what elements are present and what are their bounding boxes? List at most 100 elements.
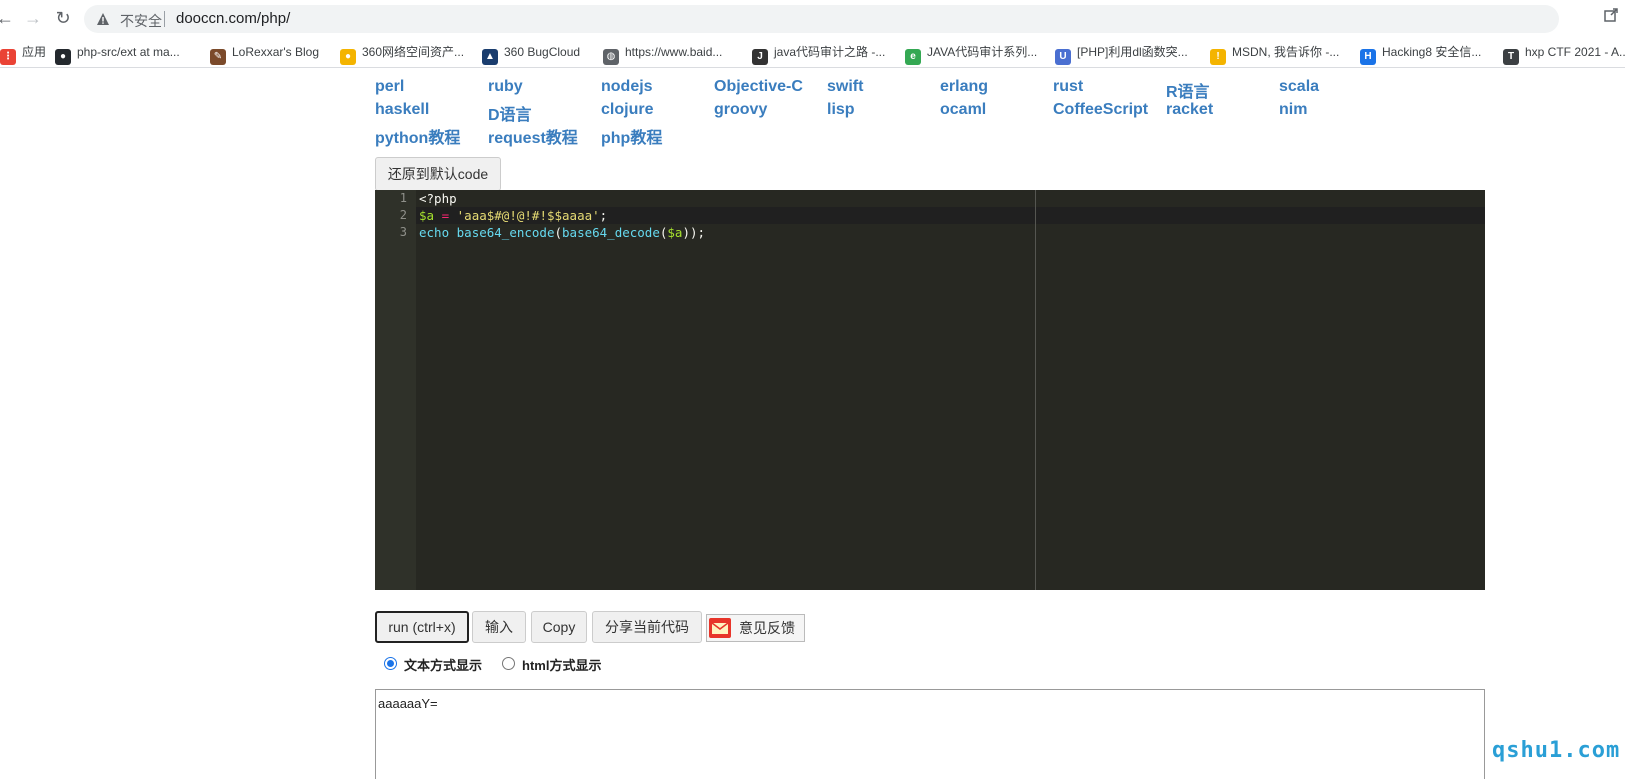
- code-token: ;: [599, 208, 608, 223]
- code-token: $a: [419, 208, 435, 223]
- language-link[interactable]: rust: [1053, 78, 1083, 96]
- java-icon: J: [752, 49, 768, 65]
- url-text[interactable]: dooccn.com/php/: [176, 10, 290, 27]
- line-gutter: 1 2 3: [375, 190, 416, 590]
- language-link[interactable]: scala: [1279, 78, 1319, 96]
- language-link[interactable]: php教程: [601, 124, 662, 148]
- copy-button[interactable]: Copy: [531, 611, 587, 643]
- bugcloud-icon: ▲: [482, 49, 498, 65]
- globe-icon: ◍: [603, 49, 619, 65]
- warning-icon: [97, 13, 109, 25]
- e-icon: e: [905, 49, 921, 65]
- code-line[interactable]: <?php: [419, 190, 457, 207]
- language-link[interactable]: R语言: [1166, 78, 1210, 102]
- output-text: aaaaaaY=: [378, 696, 438, 711]
- code-line[interactable]: echo base64_encode(base64_decode($a));: [419, 224, 705, 241]
- insecure-label: 不安全: [120, 13, 162, 29]
- bookmark-item[interactable]: e JAVA代码审计系列...: [905, 42, 1038, 65]
- html-mode-radio[interactable]: [502, 657, 515, 670]
- bookmark-item[interactable]: Jjava代码审计之路 -...: [752, 42, 886, 65]
- output-panel: aaaaaaY=: [375, 689, 1485, 779]
- code-token: <?php: [419, 191, 457, 206]
- code-token: ));: [682, 225, 706, 240]
- divider: [164, 11, 165, 27]
- language-link[interactable]: ocaml: [940, 101, 986, 119]
- code-token: echo: [419, 225, 450, 240]
- bookmark-item[interactable]: ! MSDN, 我告诉你 -...: [1210, 42, 1339, 65]
- browser-toolbar: ← → ↻ 不安全 dooccn.com/php/: [0, 0, 1625, 36]
- language-link[interactable]: racket: [1166, 101, 1213, 119]
- language-link[interactable]: D语言: [488, 101, 532, 125]
- mail-icon: [709, 618, 731, 638]
- feedback-button[interactable]: 意见反馈: [706, 614, 805, 642]
- language-link[interactable]: perl: [375, 78, 404, 96]
- html-mode-label: html方式显示: [522, 658, 602, 673]
- bookmark-label: 360 BugCloud: [504, 45, 581, 59]
- language-link[interactable]: Objective-C: [714, 78, 803, 96]
- run-button[interactable]: run (ctrl+x): [375, 611, 469, 643]
- bookmark-label: https://www.baid...: [625, 45, 723, 59]
- address-bar[interactable]: 不安全 dooccn.com/php/: [84, 5, 1559, 33]
- code-editor[interactable]: 123 <?php $a = 'aaa$#@!@!#!$$aaaa'; echo b…: [375, 190, 1485, 590]
- bookmark-item[interactable]: ▲ 360 BugCloud: [482, 42, 581, 65]
- text-mode-radio[interactable]: [384, 657, 397, 670]
- language-link[interactable]: CoffeeScript: [1053, 101, 1148, 119]
- language-link[interactable]: nodejs: [601, 78, 653, 96]
- language-link[interactable]: lisp: [827, 101, 855, 119]
- share-code-button[interactable]: 分享当前代码: [592, 611, 702, 643]
- back-icon[interactable]: ←: [0, 7, 16, 29]
- print-margin: [1035, 190, 1036, 590]
- bookmark-label: php-src/ext at ma...: [77, 45, 180, 59]
- language-link[interactable]: python教程: [375, 124, 460, 148]
- hacking8-icon: H: [1360, 49, 1376, 65]
- forward-icon[interactable]: →: [22, 7, 44, 29]
- bookmark-item[interactable]: ⋮ 应用: [0, 42, 47, 65]
- blog-icon: ✎: [210, 49, 226, 65]
- bookmark-item[interactable]: H Hacking8 安全信...: [1360, 42, 1482, 65]
- bookmark-item[interactable]: ✎ LoRexxar's Blog: [210, 42, 319, 65]
- code-token: =: [441, 208, 450, 223]
- bookmark-label: java代码审计之路 -...: [774, 45, 886, 59]
- language-link[interactable]: nim: [1279, 101, 1307, 119]
- share-icon[interactable]: [1603, 7, 1619, 23]
- input-button[interactable]: 输入: [472, 611, 526, 643]
- line-number: 3: [399, 225, 407, 239]
- bookmark-item[interactable]: U [PHP]利用dl函数突...: [1055, 42, 1188, 65]
- text-mode-label: 文本方式显示: [404, 658, 483, 673]
- bookmark-label: 应用: [22, 45, 47, 59]
- code-token: (: [554, 225, 563, 240]
- apps-icon: ⋮: [0, 49, 16, 65]
- bookmark-item[interactable]: ◍ https://www.baid...: [603, 42, 723, 65]
- code-line[interactable]: $a = 'aaa$#@!@!#!$$aaaa';: [419, 207, 607, 224]
- bookmarks-bar: ⋮ 应用 ● php-src/ext at ma... ✎ LoRexxar's Blog…: [0, 36, 1625, 68]
- code-token: 'aaa$#@!@!#!$$aaaa': [456, 208, 600, 223]
- bookmark-label: JAVA代码审计系列...: [927, 45, 1038, 59]
- language-link[interactable]: haskell: [375, 101, 429, 119]
- bookmark-label: 360网络空间资产...: [362, 45, 465, 59]
- bookmark-item[interactable]: Thxp CTF 2021 - A...: [1503, 42, 1625, 65]
- msdn-icon: !: [1210, 49, 1226, 65]
- language-link[interactable]: swift: [827, 78, 863, 96]
- bookmark-label: hxp CTF 2021 - A...: [1525, 45, 1625, 59]
- language-link[interactable]: request教程: [488, 124, 578, 148]
- bookmark-item[interactable]: ● php-src/ext at ma...: [55, 42, 180, 65]
- code-token: $a: [667, 225, 683, 240]
- github-icon: ●: [55, 49, 71, 65]
- watermark: qshu1.com: [1492, 738, 1621, 763]
- language-link[interactable]: erlang: [940, 78, 988, 96]
- line-number: 2: [399, 208, 407, 222]
- bookmark-item[interactable]: ● 360网络空间资产...: [340, 42, 465, 65]
- language-link[interactable]: clojure: [601, 101, 653, 119]
- restore-default-code-button[interactable]: 还原到默认code: [375, 157, 501, 191]
- 360-icon: ●: [340, 49, 356, 65]
- language-link[interactable]: ruby: [488, 78, 523, 96]
- language-link[interactable]: groovy: [714, 101, 767, 119]
- reload-icon[interactable]: ↻: [52, 7, 74, 29]
- line-number: 1: [399, 191, 407, 205]
- bookmark-label: [PHP]利用dl函数突...: [1077, 45, 1188, 59]
- bookmark-label: Hacking8 安全信...: [1382, 45, 1482, 59]
- hxp-icon: T: [1503, 49, 1519, 65]
